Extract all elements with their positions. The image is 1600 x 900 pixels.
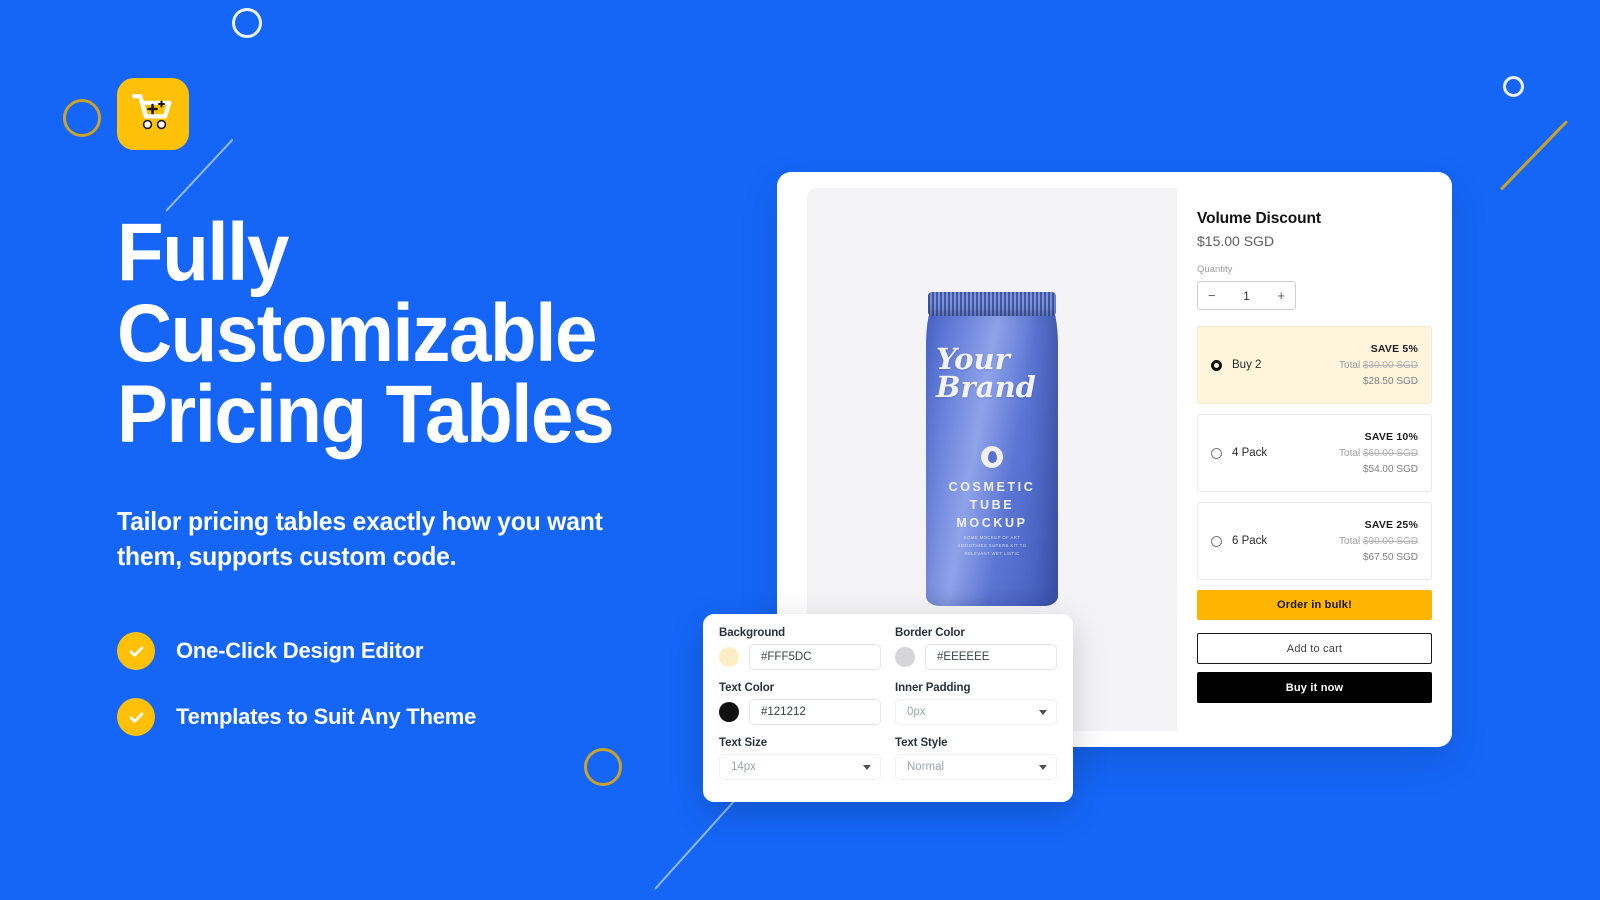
tier-save-badge: SAVE 10%: [1364, 431, 1418, 443]
tube-script-line2: Brand: [936, 369, 1036, 404]
tube-fineprint: SOME MOCKUP OF ART SMOOTHIES SUPERB KIT …: [957, 535, 1027, 557]
tier-final-price: $28.50 SGD: [1362, 376, 1418, 387]
quantity-stepper[interactable]: − 1 +: [1197, 281, 1296, 310]
product-tube-illustration: Your Brand COSMETIC TUBE MOCKUP SOME MOC…: [926, 292, 1058, 731]
decorative-ring-top-right: [1503, 76, 1524, 97]
feature-label: Templates to Suit Any Theme: [176, 704, 477, 730]
text-style-setting: Text Style Normal: [895, 737, 1057, 780]
text-size-setting: Text Size 14px: [719, 737, 881, 780]
text-color-swatch[interactable]: [719, 702, 739, 722]
promo-banner: Fully Customizable Pricing Tables Tailor…: [0, 0, 1600, 900]
tube-title: COSMETIC TUBE MOCKUP: [948, 480, 1036, 531]
tier-save-badge: SAVE 5%: [1370, 343, 1418, 355]
background-setting: Background #FFF5DC: [719, 627, 881, 670]
pricing-tier-option[interactable]: Buy 2 SAVE 5% Total $30.00 SGD $28.50 SG…: [1197, 326, 1432, 404]
background-label: Background: [719, 627, 786, 639]
check-icon: [117, 632, 155, 671]
radio-button[interactable]: [1211, 535, 1222, 547]
tier-total-label: Total: [1339, 360, 1361, 371]
tier-total-row: Total $60.00 SGD: [1339, 448, 1418, 459]
text-color-hex-input[interactable]: #121212: [749, 699, 881, 725]
background-hex-input[interactable]: #FFF5DC: [749, 644, 881, 670]
pricing-tier-option[interactable]: 4 Pack SAVE 10% Total $60.00 SGD $54.00 …: [1197, 414, 1432, 492]
brand-logo[interactable]: [117, 78, 189, 150]
quantity-label: Quantity: [1197, 264, 1233, 275]
page-title: Fully Customizable Pricing Tables: [117, 207, 614, 461]
tube-crimp: [928, 292, 1056, 316]
product-title: Volume Discount: [1197, 210, 1321, 227]
text-size-value: 14px: [731, 761, 756, 773]
tier-total-label: Total: [1339, 448, 1361, 459]
decorative-ring-top-left: [232, 8, 262, 38]
text-style-label: Text Style: [895, 737, 948, 749]
radio-button[interactable]: [1211, 447, 1222, 459]
tier-name: 4 Pack: [1232, 447, 1268, 459]
pricing-tier-list: Buy 2 SAVE 5% Total $30.00 SGD $28.50 SG…: [1197, 326, 1432, 580]
pricing-tier-option[interactable]: 6 Pack SAVE 25% Total $90.00 SGD $67.50 …: [1197, 502, 1432, 580]
decorative-ring-left: [63, 99, 101, 137]
quantity-value: 1: [1243, 288, 1250, 303]
tier-total-row: Total $90.00 SGD: [1339, 536, 1418, 547]
leaf-emblem-icon: [981, 446, 1003, 468]
buy-box: Volume Discount $15.00 SGD Quantity − 1 …: [1177, 188, 1452, 731]
design-settings-panel: Background #FFF5DC Border Color #EEEEEE …: [703, 614, 1073, 802]
border-color-setting: Border Color #EEEEEE: [895, 627, 1057, 670]
text-color-label: Text Color: [719, 682, 775, 694]
tube-brand-script: Your Brand: [936, 345, 1051, 404]
chevron-down-icon: [863, 764, 871, 770]
text-size-label: Text Size: [719, 737, 768, 749]
text-style-select[interactable]: Normal: [895, 754, 1057, 780]
minus-icon[interactable]: −: [1208, 288, 1216, 303]
tier-total-struck: $30.00 SGD: [1362, 360, 1418, 371]
tier-total-label: Total: [1339, 536, 1361, 547]
inner-padding-value: 0px: [907, 706, 926, 718]
add-to-cart-button[interactable]: Add to cart: [1197, 633, 1432, 664]
border-color-label: Border Color: [895, 627, 965, 639]
text-style-value: Normal: [907, 761, 945, 773]
check-icon: [117, 698, 155, 737]
inner-padding-select[interactable]: 0px: [895, 699, 1057, 725]
tier-total-struck: $60.00 SGD: [1362, 448, 1418, 459]
inner-padding-label: Inner Padding: [895, 682, 971, 694]
buy-it-now-button[interactable]: Buy it now: [1197, 672, 1432, 703]
order-in-bulk-button[interactable]: Order in bulk!: [1197, 590, 1432, 620]
shopping-cart-plus-icon: [131, 93, 174, 136]
tier-save-badge: SAVE 25%: [1364, 519, 1418, 531]
tier-final-price: $54.00 SGD: [1362, 464, 1418, 475]
decorative-line-top-right: [1499, 120, 1569, 191]
tier-name: 6 Pack: [1232, 535, 1268, 547]
text-color-setting: Text Color #121212: [719, 682, 881, 725]
text-size-select[interactable]: 14px: [719, 754, 881, 780]
chevron-down-icon: [1039, 709, 1047, 715]
border-color-hex-input[interactable]: #EEEEEE: [925, 644, 1057, 670]
feature-label: One-Click Design Editor: [176, 638, 424, 664]
chevron-down-icon: [1039, 764, 1047, 770]
tier-final-price: $67.50 SGD: [1362, 552, 1418, 563]
inner-padding-setting: Inner Padding 0px: [895, 682, 1057, 725]
hero-subtitle: Tailor pricing tables exactly how you wa…: [117, 505, 603, 571]
plus-icon[interactable]: +: [1277, 288, 1285, 303]
border-color-swatch[interactable]: [895, 647, 915, 667]
background-color-swatch[interactable]: [719, 647, 739, 667]
tier-name: Buy 2: [1232, 359, 1262, 371]
radio-button-selected[interactable]: [1211, 359, 1222, 371]
tier-total-row: Total $30.00 SGD: [1339, 360, 1418, 371]
tier-total-struck: $90.00 SGD: [1362, 536, 1418, 547]
product-price: $15.00 SGD: [1197, 233, 1275, 249]
